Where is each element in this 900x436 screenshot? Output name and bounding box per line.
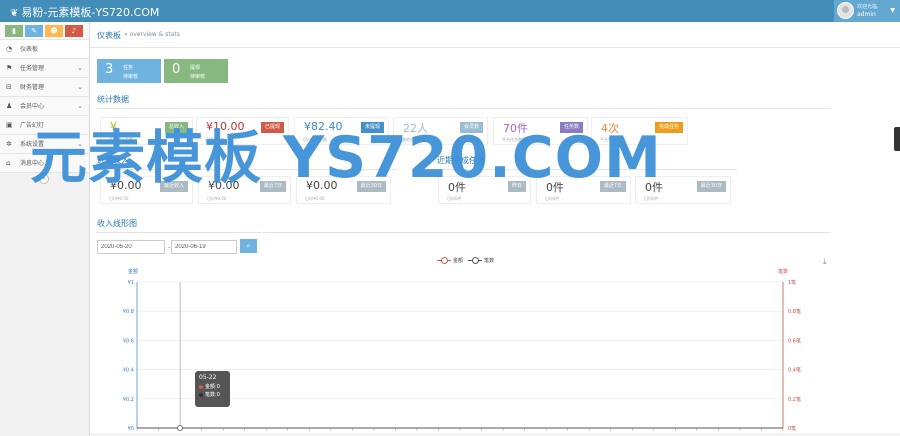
bell-icon[interactable]: ♪ bbox=[65, 25, 83, 37]
y-axis-title-left: 金额 bbox=[128, 268, 138, 275]
chart-tooltip: 05-22 金额:0 笔数:0 bbox=[195, 371, 230, 407]
main-content: 仪表板 » overview & stats 3 任务 待审核 0 提现 待审核… bbox=[90, 22, 900, 436]
sidebar: ▮ ✎ ☻ ♪ ◔ 仪表板 ⚑ 任务管理 ⌄ ⊟ 财务管理 ⌄ ♟ 会员中心 ⌄ ▣ 广告幻灯 … bbox=[0, 22, 90, 436]
y-tick-label-left: ¥0.6 bbox=[123, 338, 134, 344]
tooltip-dot bbox=[199, 392, 203, 397]
sidebar-item-dashboard[interactable]: ◔ 仪表板 bbox=[0, 40, 89, 59]
tooltip-value: 0 bbox=[216, 384, 220, 390]
pencil-icon[interactable]: ✎ bbox=[25, 25, 43, 37]
avatar bbox=[837, 2, 854, 19]
side-toggle-button[interactable] bbox=[894, 127, 900, 151]
dashboard-icon: ◔ bbox=[6, 45, 13, 53]
brand-title: 易粉-元素模板-YS720.COM bbox=[21, 6, 160, 19]
leaf-icon: ❦ bbox=[10, 8, 19, 19]
sidebar-item-label: 财务管理 bbox=[20, 84, 45, 91]
caret-down-icon: ▼ bbox=[890, 7, 895, 14]
hover-point bbox=[177, 425, 183, 431]
y-tick-label-left: ¥0.8 bbox=[123, 309, 134, 315]
y-tick-label-right: 1笔 bbox=[788, 279, 796, 286]
sidebar-item-finance[interactable]: ⊟ 财务管理 ⌄ bbox=[0, 78, 89, 97]
y-tick-label-right: 0.6笔 bbox=[788, 337, 801, 344]
y-tick-label-right: 0.2笔 bbox=[788, 396, 801, 403]
y-tick-label-right: 0.4笔 bbox=[788, 367, 801, 374]
tooltip-date: 05-22 bbox=[199, 374, 217, 381]
finance-icon: ⊟ bbox=[6, 83, 12, 91]
y-tick-label-left: ¥1 bbox=[128, 280, 134, 286]
sidebar-item-label: 仪表板 bbox=[20, 46, 39, 53]
picture-icon: ▣ bbox=[6, 121, 13, 129]
tooltip-row-count: 笔数:0 bbox=[199, 391, 226, 399]
watermark: 元素模板 YS720.COM bbox=[30, 125, 662, 191]
sidebar-shortcuts: ▮ ✎ ☻ ♪ bbox=[0, 22, 89, 40]
y-tick-label-right: 0笔 bbox=[788, 425, 796, 432]
user-welcome: 欢迎光临, bbox=[857, 4, 879, 10]
sidebar-item-tasks[interactable]: ⚑ 任务管理 ⌄ bbox=[0, 59, 89, 78]
user-menu[interactable]: 欢迎光临, admin ▼ bbox=[834, 0, 900, 22]
tooltip-label: 金额: bbox=[205, 384, 217, 390]
y-tick-label-left: ¥0.2 bbox=[123, 397, 134, 403]
users-icon: ♟ bbox=[6, 102, 13, 110]
tooltip-label: 笔数: bbox=[205, 392, 217, 398]
y-tick-label-left: ¥0 bbox=[128, 426, 134, 432]
y-tick-label-left: ¥0.4 bbox=[123, 368, 134, 374]
gear-icon: ✲ bbox=[6, 140, 12, 148]
y-axis-title-right: 笔数 bbox=[778, 268, 788, 275]
tooltip-value: 0 bbox=[216, 392, 220, 398]
y-tick-label-right: 0.8笔 bbox=[788, 308, 801, 315]
sidebar-item-label: 任务管理 bbox=[20, 65, 45, 72]
tooltip-row-amount: 金额:0 bbox=[199, 383, 226, 391]
chevron-down-icon: ⌄ bbox=[77, 83, 83, 91]
group-icon[interactable]: ☻ bbox=[45, 25, 63, 37]
top-navbar: ❦ 易粉-元素模板-YS720.COM 欢迎光临, admin ▼ bbox=[0, 0, 900, 22]
tooltip-dot bbox=[199, 384, 203, 389]
chevron-down-icon: ⌄ bbox=[77, 64, 83, 72]
flag-icon: ⚑ bbox=[6, 64, 13, 72]
chart-icon[interactable]: ▮ bbox=[5, 25, 23, 37]
brand-logo[interactable]: ❦ 易粉-元素模板-YS720.COM bbox=[10, 4, 159, 20]
user-name: admin bbox=[857, 11, 876, 18]
bookmark-icon: ⌂ bbox=[6, 159, 11, 167]
